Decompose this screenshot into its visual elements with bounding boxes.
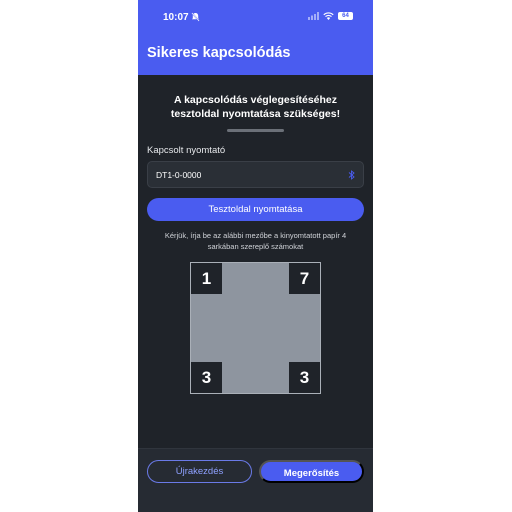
divider xyxy=(227,129,284,132)
headline-line-2: tesztoldal nyomtatása szükséges! xyxy=(170,108,341,120)
headline-line-1: A kapcsolódás véglegesítéséhez xyxy=(173,94,338,106)
battery-icon: 64 xyxy=(338,12,353,20)
bottom-bar: Újrakezdés Megerősítés xyxy=(138,448,373,512)
corner-top-right-input[interactable]: 7 xyxy=(289,263,320,294)
printer-value: DT1-0-0000 xyxy=(156,170,202,180)
corner-top-left-input[interactable]: 1 xyxy=(191,263,222,294)
phone-screen: 10:07 64 Sikeres kapcsolódás A kapcsolód… xyxy=(138,0,373,512)
restart-button[interactable]: Újrakezdés xyxy=(147,460,252,483)
corner-bottom-right-input[interactable]: 3 xyxy=(289,362,320,393)
instructions-line-1: Kérjük, írja be az alábbi mezőbe a kinyo… xyxy=(164,231,347,240)
confirm-button[interactable]: Megerősítés xyxy=(259,460,364,483)
instructions: Kérjük, írja be az alábbi mezőbe a kinyo… xyxy=(150,230,361,252)
printer-label: Kapcsolt nyomtató xyxy=(147,145,226,156)
status-time: 10:07 xyxy=(163,12,189,23)
printer-field[interactable]: DT1-0-0000 xyxy=(147,161,364,188)
signal-icon xyxy=(308,12,319,20)
bell-muted-icon xyxy=(191,12,200,22)
wifi-icon xyxy=(323,12,334,20)
status-icons: 64 xyxy=(308,12,353,20)
corner-bottom-left-input[interactable]: 3 xyxy=(191,362,222,393)
bluetooth-icon xyxy=(348,170,355,180)
paper-preview: 1 7 3 3 xyxy=(190,262,321,394)
instructions-line-2: sarkában szereplő számokat xyxy=(207,242,304,251)
print-test-page-button[interactable]: Tesztoldal nyomtatása xyxy=(147,198,364,221)
page-title: Sikeres kapcsolódás xyxy=(147,45,291,61)
app-header: 10:07 64 Sikeres kapcsolódás xyxy=(138,0,373,75)
headline: A kapcsolódás véglegesítéséhez tesztolda… xyxy=(148,93,363,121)
status-bar: 10:07 64 xyxy=(138,9,373,27)
